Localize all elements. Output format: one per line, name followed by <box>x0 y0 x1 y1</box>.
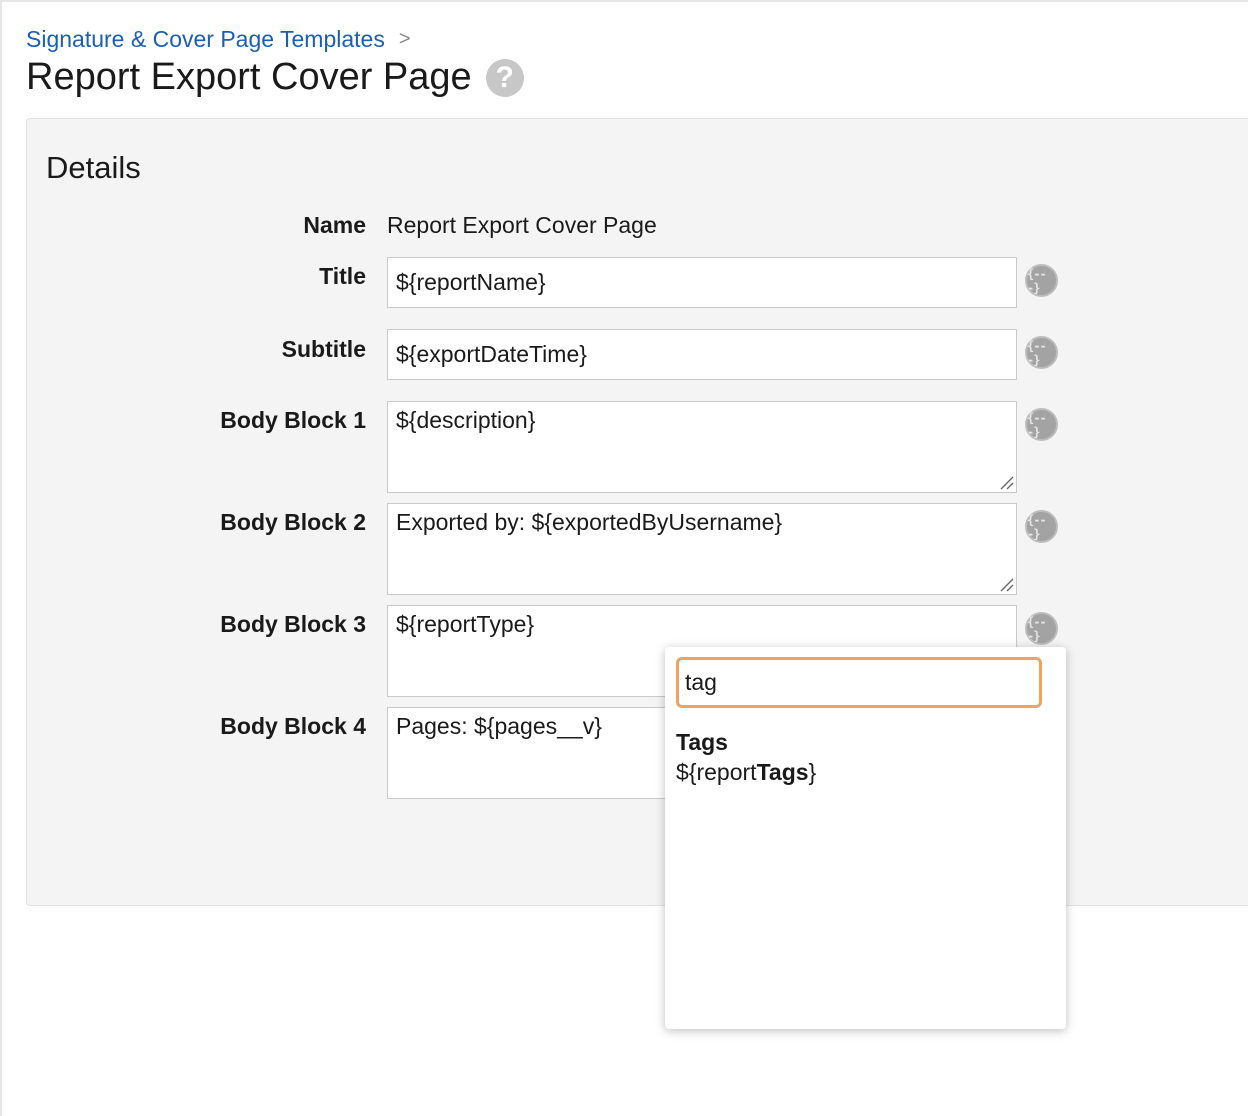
token-icon: {---} <box>1027 410 1047 439</box>
page-title: Report Export Cover Page <box>26 56 472 98</box>
body-block-4-label: Body Block 4 <box>220 713 366 739</box>
token-icon: {---} <box>1027 512 1047 541</box>
token-icon: {---} <box>1027 338 1047 367</box>
body-block-2-label: Body Block 2 <box>220 509 366 535</box>
body-block-1-token-button[interactable]: {---} <box>1025 408 1058 441</box>
resize-handle-icon[interactable] <box>998 474 1014 490</box>
help-icon[interactable]: ? <box>485 58 524 97</box>
page-title-row: Report Export Cover Page ? <box>26 56 524 99</box>
name-label: Name <box>303 212 366 238</box>
token-result-item[interactable]: ${reportTags} <box>676 759 816 786</box>
subtitle-label: Subtitle <box>281 336 366 362</box>
breadcrumb-separator: > <box>398 28 411 50</box>
name-value: Report Export Cover Page <box>387 212 657 238</box>
token-group-label: Tags <box>676 729 728 755</box>
resize-handle-icon[interactable] <box>998 576 1014 592</box>
title-input[interactable]: ${reportName} <box>387 257 1017 308</box>
body-block-2-token-button[interactable]: {---} <box>1025 510 1058 543</box>
body-block-1-value: ${description} <box>396 407 536 433</box>
token-result-match: Tags <box>756 759 809 785</box>
breadcrumb-link-templates[interactable]: Signature & Cover Page Templates <box>26 26 385 53</box>
subtitle-input[interactable]: ${exportDateTime} <box>387 329 1017 380</box>
body-block-2-value: Exported by: ${exportedByUsername} <box>396 509 783 535</box>
body-block-3-token-button[interactable]: {---} <box>1025 612 1058 645</box>
body-block-3-label: Body Block 3 <box>220 611 366 637</box>
title-token-button[interactable]: {---} <box>1025 264 1058 297</box>
subtitle-token-button[interactable]: {---} <box>1025 336 1058 369</box>
body-block-3-value: ${reportType} <box>396 611 535 637</box>
token-icon: {---} <box>1027 614 1047 643</box>
body-block-2-textarea[interactable]: Exported by: ${exportedByUsername} <box>387 503 1017 595</box>
token-picker-popup: tag Tags ${reportTags} <box>665 647 1066 1029</box>
body-block-4-value: Pages: ${pages__v} <box>396 713 602 739</box>
token-result-suffix: } <box>808 759 817 785</box>
token-icon: {---} <box>1027 266 1047 295</box>
title-label: Title <box>319 263 366 289</box>
body-block-1-label: Body Block 1 <box>220 407 366 433</box>
token-result-prefix: ${report <box>676 759 757 785</box>
breadcrumb: Signature & Cover Page Templates > <box>26 26 411 53</box>
details-section-title: Details <box>46 150 141 185</box>
body-block-1-textarea[interactable]: ${description} <box>387 401 1017 493</box>
token-search-input[interactable]: tag <box>676 657 1042 708</box>
